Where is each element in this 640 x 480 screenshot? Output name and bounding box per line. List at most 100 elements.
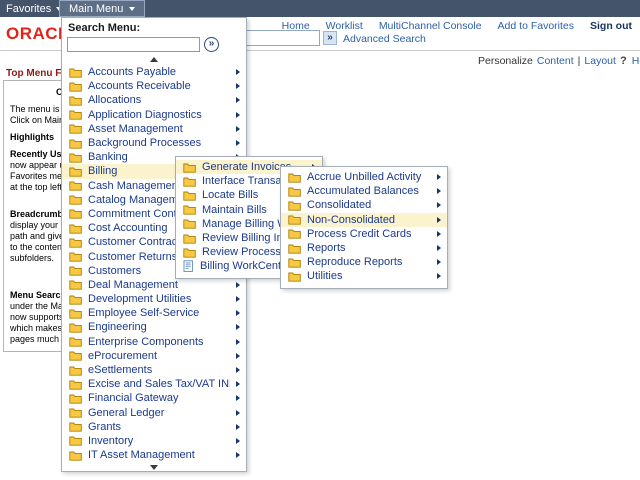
menu-item-financial-gateway[interactable]: Financial Gateway — [62, 391, 246, 405]
submenu-arrow-icon — [236, 424, 240, 430]
menu-item-eprocurement[interactable]: eProcurement — [62, 349, 246, 363]
advanced-search-link[interactable]: Advanced Search — [343, 33, 426, 45]
folder-icon — [288, 214, 301, 225]
folder-icon — [69, 208, 82, 219]
submenu-arrow-icon — [236, 97, 240, 103]
menu-item-application-diagnostics[interactable]: Application Diagnostics — [62, 108, 246, 122]
menu-item-accounts-payable[interactable]: Accounts Payable — [62, 65, 246, 79]
menu-search-row: » — [67, 36, 246, 53]
menu-item-label: Accumulated Balances — [307, 185, 431, 197]
menu-item-non-consolidated[interactable]: Non-Consolidated — [281, 213, 447, 227]
menu-item-label: Reports — [307, 242, 431, 254]
folder-icon — [69, 407, 82, 418]
menu-scroll-up[interactable] — [62, 54, 246, 65]
folder-icon — [288, 257, 301, 268]
folder-icon — [69, 393, 82, 404]
menu-item-enterprise-components[interactable]: Enterprise Components — [62, 335, 246, 349]
menu-item-employee-self-service[interactable]: Employee Self-Service — [62, 306, 246, 320]
help-link[interactable]: Help — [632, 55, 640, 67]
menu-item-label: Reproduce Reports — [307, 256, 431, 268]
menu-item-label: Background Processes — [88, 137, 230, 149]
menu-item-development-utilities[interactable]: Development Utilities — [62, 292, 246, 306]
submenu-arrow-icon — [236, 381, 240, 387]
submenu-arrow-icon — [236, 126, 240, 132]
submenu-arrow-icon — [236, 310, 240, 316]
folder-icon — [69, 81, 82, 92]
menu-item-label: Engineering — [88, 321, 230, 333]
folder-icon — [69, 152, 82, 163]
menu-item-excise-and-sales-tax-vat-ind[interactable]: Excise and Sales Tax/VAT IND — [62, 377, 246, 391]
menu-item-consolidated[interactable]: Consolidated — [281, 198, 447, 212]
submenu-arrow-icon — [236, 438, 240, 444]
submenu-arrow-icon — [437, 202, 441, 208]
submenu-arrow-icon — [437, 273, 441, 279]
menu-item-accumulated-balances[interactable]: Accumulated Balances — [281, 184, 447, 198]
folder-icon — [69, 265, 82, 276]
header-link-multichannel-console[interactable]: MultiChannel Console — [379, 20, 482, 32]
personalize-layout-link[interactable]: Layout — [584, 55, 616, 67]
submenu-arrow-icon — [236, 367, 240, 373]
submenu-arrow-icon — [236, 296, 240, 302]
global-search-go-button[interactable]: » — [323, 31, 337, 45]
menu-item-deal-management[interactable]: Deal Management — [62, 278, 246, 292]
submenu-arrow-icon — [437, 217, 441, 223]
scroll-up-icon — [150, 57, 158, 62]
folder-icon — [183, 162, 196, 173]
main-menu-button[interactable]: Main Menu — [59, 0, 145, 17]
submenu-arrow-icon — [437, 245, 441, 251]
menu-item-allocations[interactable]: Allocations — [62, 93, 246, 107]
personalize-label: Personalize — [478, 55, 533, 67]
menu-item-esettlements[interactable]: eSettlements — [62, 363, 246, 377]
menu-item-label: Allocations — [88, 94, 230, 106]
folder-icon — [183, 176, 196, 187]
caret-down-icon — [129, 7, 135, 11]
menu-item-accounts-receivable[interactable]: Accounts Receivable — [62, 79, 246, 93]
personalize-content-link[interactable]: Content — [537, 55, 574, 67]
menu-item-engineering[interactable]: Engineering — [62, 320, 246, 334]
menu-item-label: Inventory — [88, 435, 230, 447]
generate-invoices-submenu-items: Accrue Unbilled ActivityAccumulated Bala… — [281, 170, 447, 284]
folder-icon — [69, 251, 82, 262]
menu-item-utilities[interactable]: Utilities — [281, 269, 447, 283]
menu-item-it-asset-management[interactable]: IT Asset Management — [62, 448, 246, 462]
folder-icon — [69, 435, 82, 446]
submenu-arrow-icon — [236, 69, 240, 75]
menu-item-reproduce-reports[interactable]: Reproduce Reports — [281, 255, 447, 269]
folder-icon — [183, 247, 196, 258]
favorites-menu-button[interactable]: Favorites — [6, 0, 62, 17]
submenu-arrow-icon — [236, 339, 240, 345]
folder-icon — [69, 123, 82, 134]
main-menu-label: Main Menu — [69, 3, 123, 15]
menu-item-asset-management[interactable]: Asset Management — [62, 122, 246, 136]
menu-item-inventory[interactable]: Inventory — [62, 434, 246, 448]
folder-icon — [183, 204, 196, 215]
menu-item-label: Process Credit Cards — [307, 228, 431, 240]
menu-item-accrue-unbilled-activity[interactable]: Accrue Unbilled Activity — [281, 170, 447, 184]
menu-item-general-ledger[interactable]: General Ledger — [62, 406, 246, 420]
folder-icon — [69, 322, 82, 333]
menu-item-label: Employee Self-Service — [88, 307, 230, 319]
menu-item-grants[interactable]: Grants — [62, 420, 246, 434]
menu-scroll-down[interactable] — [62, 462, 246, 473]
menu-item-background-processes[interactable]: Background Processes — [62, 136, 246, 150]
help-icon[interactable]: ? — [620, 55, 627, 67]
menu-item-process-credit-cards[interactable]: Process Credit Cards — [281, 227, 447, 241]
folder-icon — [69, 308, 82, 319]
menu-item-reports[interactable]: Reports — [281, 241, 447, 255]
submenu-arrow-icon — [236, 83, 240, 89]
header-link-add-to-favorites[interactable]: Add to Favorites — [498, 20, 574, 32]
folder-icon — [69, 109, 82, 120]
folder-icon — [69, 237, 82, 248]
sign-out-link[interactable]: Sign out — [590, 20, 632, 32]
menu-item-label: Excise and Sales Tax/VAT IND — [88, 378, 230, 390]
folder-icon — [288, 186, 301, 197]
folder-icon — [69, 180, 82, 191]
personalize-bar: Personalize Content | Layout — [478, 55, 616, 67]
folder-icon — [288, 243, 301, 254]
folder-icon — [69, 166, 82, 177]
help-area: ? Help — [620, 55, 640, 67]
menu-search-input[interactable] — [67, 37, 200, 52]
folder-icon — [69, 450, 82, 461]
menu-search-go-button[interactable]: » — [204, 37, 219, 52]
document-icon — [183, 260, 194, 272]
